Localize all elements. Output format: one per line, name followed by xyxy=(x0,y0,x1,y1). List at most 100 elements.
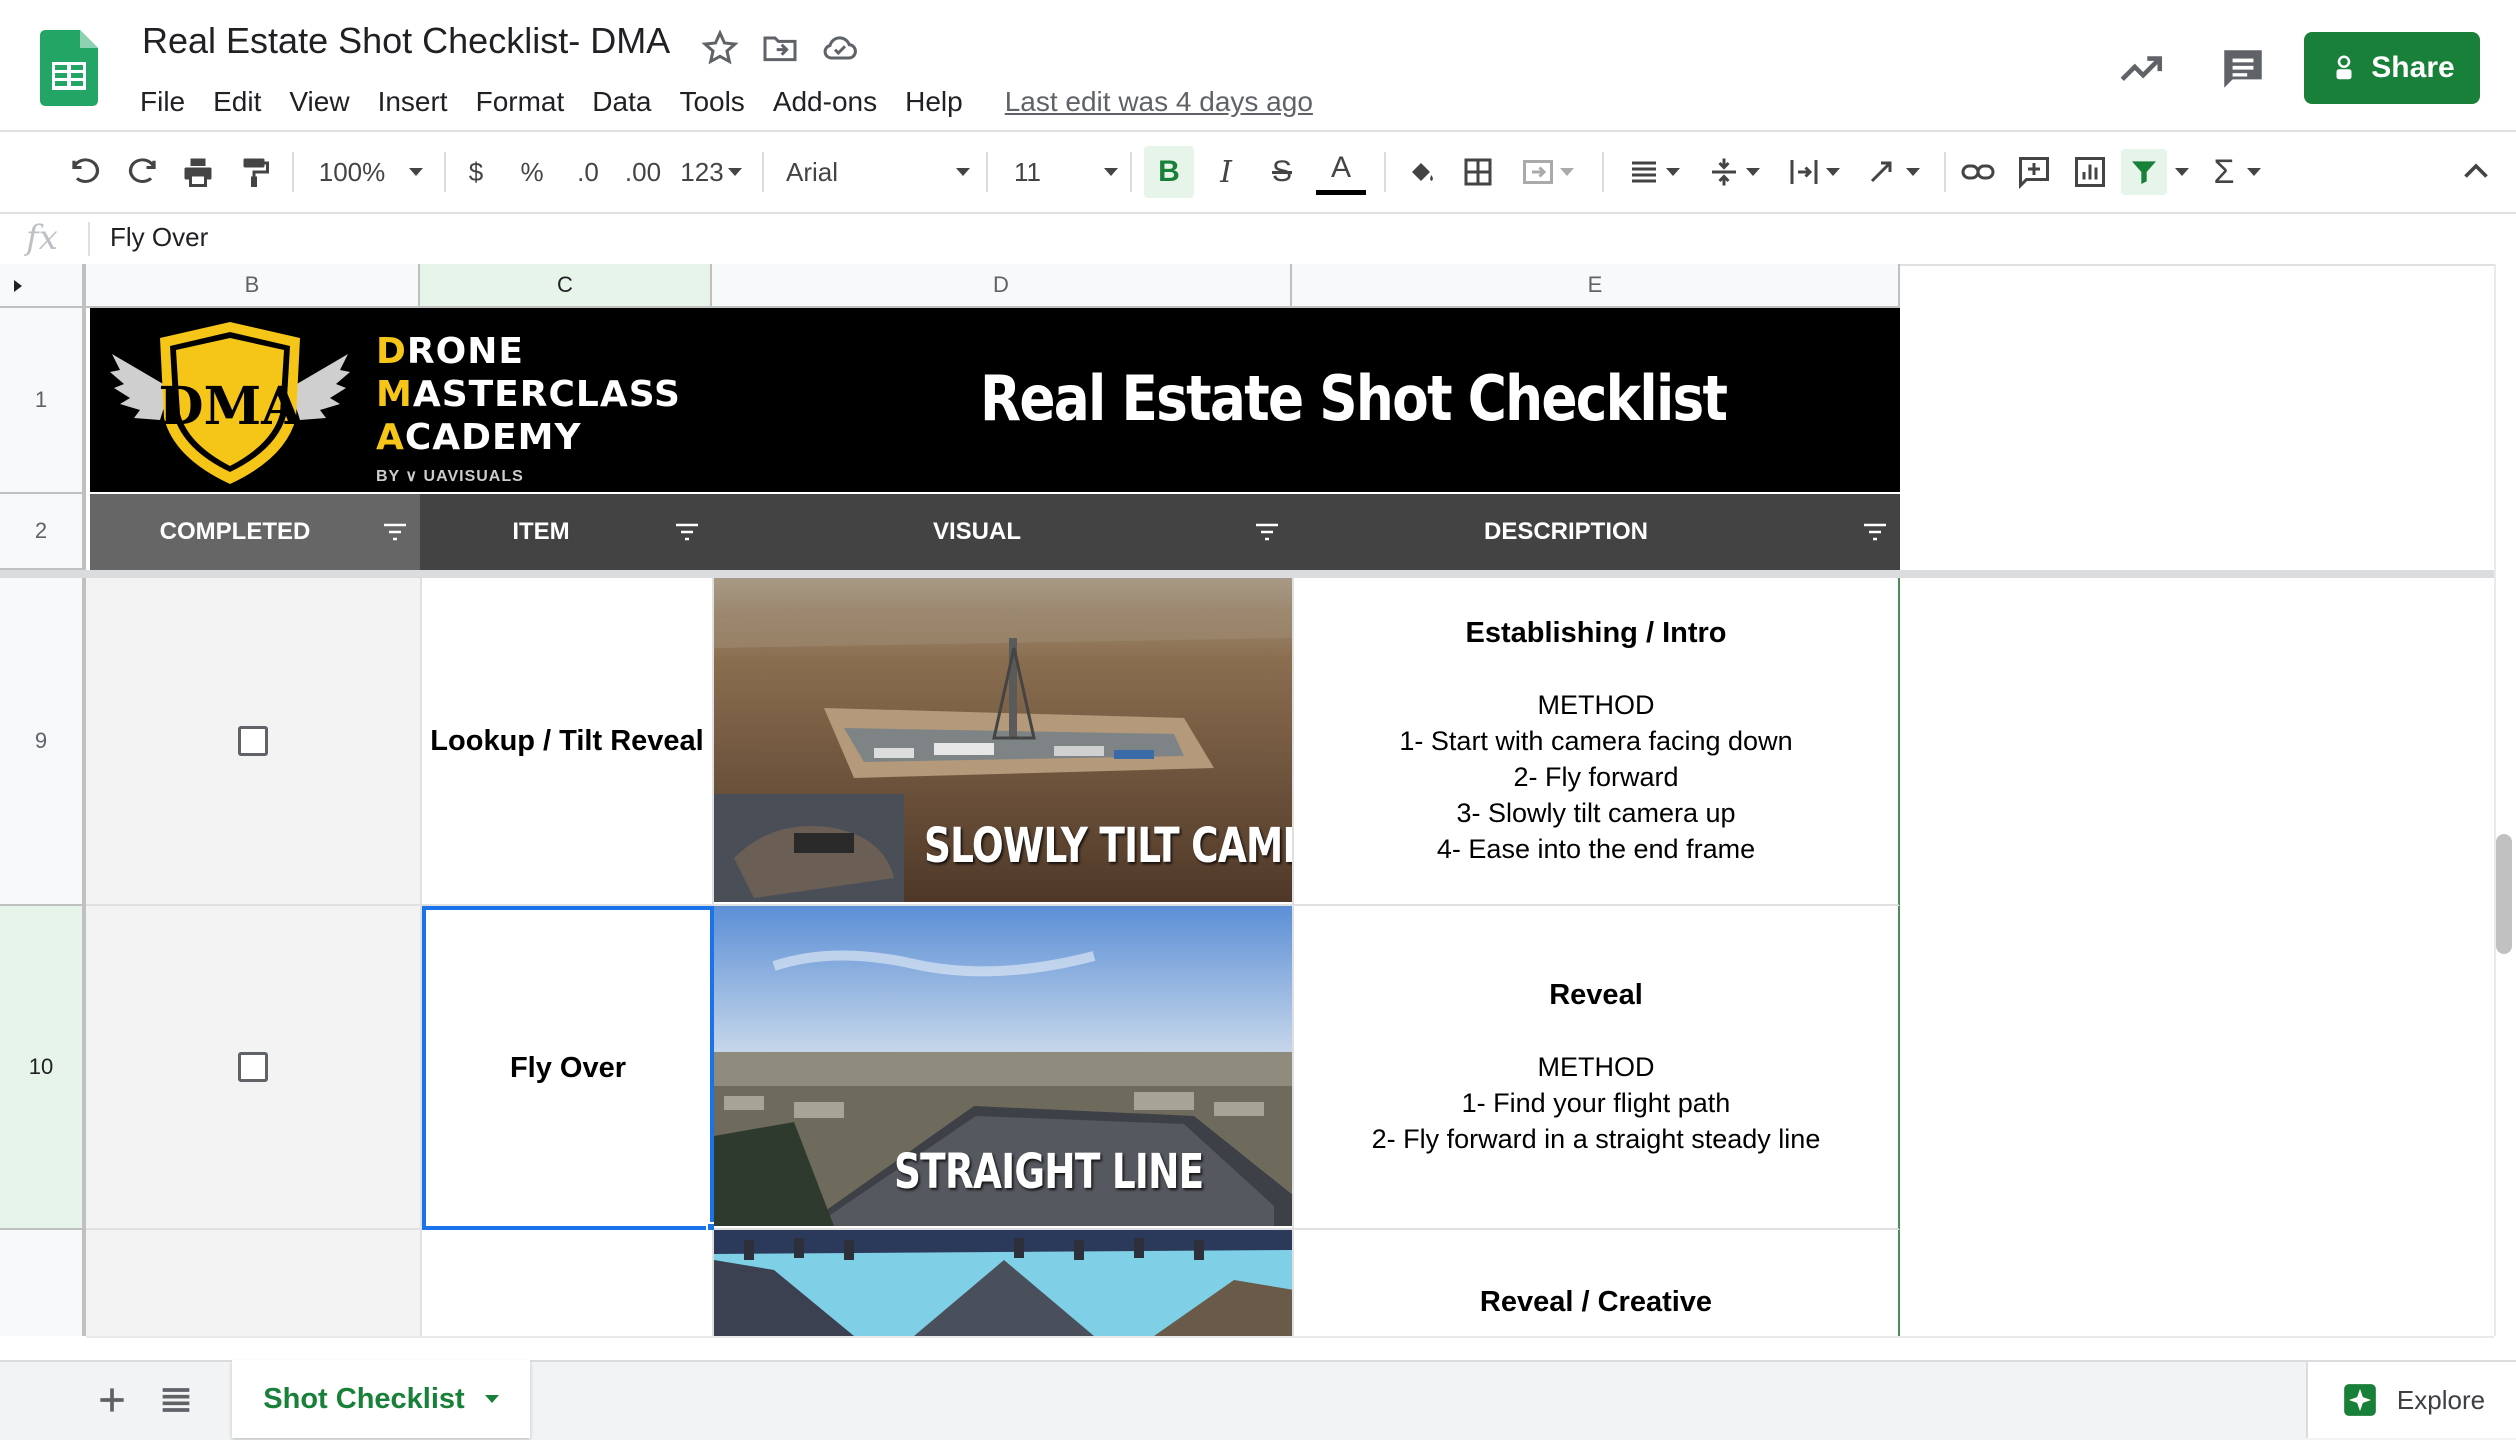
menu-format[interactable]: Format xyxy=(476,86,565,118)
row-header-2[interactable]: 2 xyxy=(0,494,86,570)
menu-help[interactable]: Help xyxy=(905,86,963,118)
item-label: Lookup / Tilt Reveal xyxy=(430,724,704,757)
italic-button[interactable]: I xyxy=(1204,146,1248,198)
merge-cells-icon[interactable] xyxy=(1512,146,1582,198)
completed-cell[interactable] xyxy=(86,906,422,1230)
vertical-scroll-thumb[interactable] xyxy=(2496,834,2512,954)
freeze-divider[interactable] xyxy=(0,570,2496,578)
sheet-tab-menu-icon[interactable] xyxy=(484,1395,499,1403)
menu-data[interactable]: Data xyxy=(592,86,651,118)
visual-cell[interactable]: STRAIGHT LINE xyxy=(714,906,1294,1230)
filter-dropdown-icon[interactable] xyxy=(382,522,408,542)
filter-dropdown-icon[interactable] xyxy=(1862,522,1888,542)
description-title: Reveal / Creative xyxy=(1479,1286,1713,1318)
more-formats-select[interactable]: 123 xyxy=(676,146,746,198)
description-cell[interactable]: Reveal METHOD 1- Find your flight path 2… xyxy=(1294,906,1900,1230)
row-header-10[interactable]: 10 xyxy=(0,906,86,1230)
header-description[interactable]: DESCRIPTION xyxy=(1292,494,1900,570)
paint-format-icon[interactable] xyxy=(232,146,276,198)
strikethrough-button[interactable]: S xyxy=(1260,146,1304,198)
select-all-corner[interactable] xyxy=(0,264,86,308)
row-header-11[interactable] xyxy=(0,1230,86,1336)
column-header-b[interactable]: B xyxy=(86,264,420,308)
row-header-9[interactable]: 9 xyxy=(0,578,86,906)
vertical-scrollbar[interactable] xyxy=(2494,264,2516,1336)
formula-input[interactable]: Fly Over xyxy=(110,222,208,253)
completed-cell[interactable] xyxy=(86,1230,422,1336)
description-line: 2- Fly forward in a straight steady line xyxy=(1371,1124,1821,1154)
menu-view[interactable]: View xyxy=(289,86,349,118)
currency-format-button[interactable]: $ xyxy=(458,146,494,198)
description-cell[interactable]: Establishing / Intro METHOD 1- Start wit… xyxy=(1294,578,1900,906)
font-select[interactable]: Arial xyxy=(786,146,970,198)
borders-icon[interactable] xyxy=(1456,146,1500,198)
text-rotation-icon[interactable] xyxy=(1860,146,1926,198)
menu-tools[interactable]: Tools xyxy=(679,86,744,118)
zoom-select[interactable]: 100% xyxy=(316,146,426,198)
menu-file[interactable]: File xyxy=(140,86,185,118)
star-icon[interactable] xyxy=(700,28,740,68)
filter-dropdown-icon[interactable] xyxy=(1254,522,1280,542)
item-cell[interactable] xyxy=(422,1230,714,1336)
percent-format-button[interactable]: % xyxy=(512,146,552,198)
item-cell-selected[interactable]: Fly Over xyxy=(422,906,714,1230)
menu-insert[interactable]: Insert xyxy=(378,86,448,118)
visual-cell[interactable]: SLOWLY TILT CAMERA UP xyxy=(714,578,1294,906)
bold-button[interactable]: B xyxy=(1144,146,1194,198)
decrease-decimal-button[interactable]: .0 xyxy=(566,146,610,198)
increase-decimal-label: .00 xyxy=(624,156,662,187)
font-size-select[interactable]: 11 xyxy=(1014,146,1118,198)
visual-cell[interactable] xyxy=(714,1230,1294,1336)
last-edit-link[interactable]: Last edit was 4 days ago xyxy=(1005,86,1313,118)
explore-button[interactable]: Explore xyxy=(2306,1362,2516,1438)
menu-edit[interactable]: Edit xyxy=(213,86,261,118)
header-item[interactable]: ITEM xyxy=(420,494,712,570)
item-cell[interactable]: Lookup / Tilt Reveal xyxy=(422,578,714,906)
filter-icon[interactable] xyxy=(2120,146,2190,198)
insert-link-icon[interactable] xyxy=(1956,146,2000,198)
activity-dashboard-icon[interactable] xyxy=(2116,44,2166,94)
column-header-d[interactable]: D xyxy=(712,264,1292,308)
row-header-1[interactable]: 1 xyxy=(0,308,86,494)
menu-bar: File Edit View Insert Format Data Tools … xyxy=(140,80,1313,124)
header-visual[interactable]: VISUAL xyxy=(712,494,1292,570)
column-header-c[interactable]: C xyxy=(420,264,712,308)
print-icon[interactable] xyxy=(176,146,220,198)
add-sheet-icon[interactable] xyxy=(92,1380,132,1420)
document-title[interactable]: Real Estate Shot Checklist- DMA xyxy=(142,20,670,62)
completed-cell[interactable] xyxy=(86,578,422,906)
completed-checkbox[interactable] xyxy=(238,1052,268,1082)
collapse-toolbar-icon[interactable] xyxy=(2456,146,2496,198)
menu-addons[interactable]: Add-ons xyxy=(773,86,877,118)
insert-chart-icon[interactable] xyxy=(2068,146,2112,198)
vertical-align-icon[interactable] xyxy=(1700,146,1766,198)
header-completed[interactable]: COMPLETED xyxy=(90,494,420,570)
header-completed-label: COMPLETED xyxy=(159,518,311,545)
insert-comment-icon[interactable] xyxy=(2012,146,2056,198)
empty-grid-area[interactable] xyxy=(1900,578,2494,1336)
all-sheets-icon[interactable] xyxy=(156,1380,196,1420)
text-wrapping-icon[interactable] xyxy=(1780,146,1846,198)
completed-checkbox[interactable] xyxy=(238,726,268,756)
column-header-e[interactable]: E xyxy=(1292,264,1900,308)
move-to-folder-icon[interactable] xyxy=(760,28,800,68)
sheets-logo-icon[interactable] xyxy=(40,30,98,106)
horizontal-align-icon[interactable] xyxy=(1620,146,1686,198)
filter-dropdown-icon[interactable] xyxy=(674,522,700,542)
text-color-button[interactable]: A xyxy=(1316,146,1366,195)
undo-icon[interactable] xyxy=(64,146,108,198)
comments-icon[interactable] xyxy=(2218,44,2268,94)
horizontal-scrollbar[interactable] xyxy=(86,1336,2494,1360)
header-description-label: DESCRIPTION xyxy=(1483,518,1648,545)
formula-bar: fx Fly Over xyxy=(0,214,2516,266)
share-button[interactable]: Share xyxy=(2304,32,2480,104)
cloud-status-icon[interactable] xyxy=(820,28,860,68)
wordmark-line-1: RONE xyxy=(406,331,524,372)
sheet-tab-shot-checklist[interactable]: Shot Checklist xyxy=(232,1360,530,1438)
description-line: 3- Slowly tilt camera up xyxy=(1456,798,1736,828)
description-cell[interactable]: Reveal / Creative xyxy=(1294,1230,1900,1336)
redo-icon[interactable] xyxy=(120,146,164,198)
functions-button[interactable]: Σ xyxy=(2204,146,2270,198)
increase-decimal-button[interactable]: .00 xyxy=(618,146,668,198)
fill-color-icon[interactable] xyxy=(1398,146,1444,198)
